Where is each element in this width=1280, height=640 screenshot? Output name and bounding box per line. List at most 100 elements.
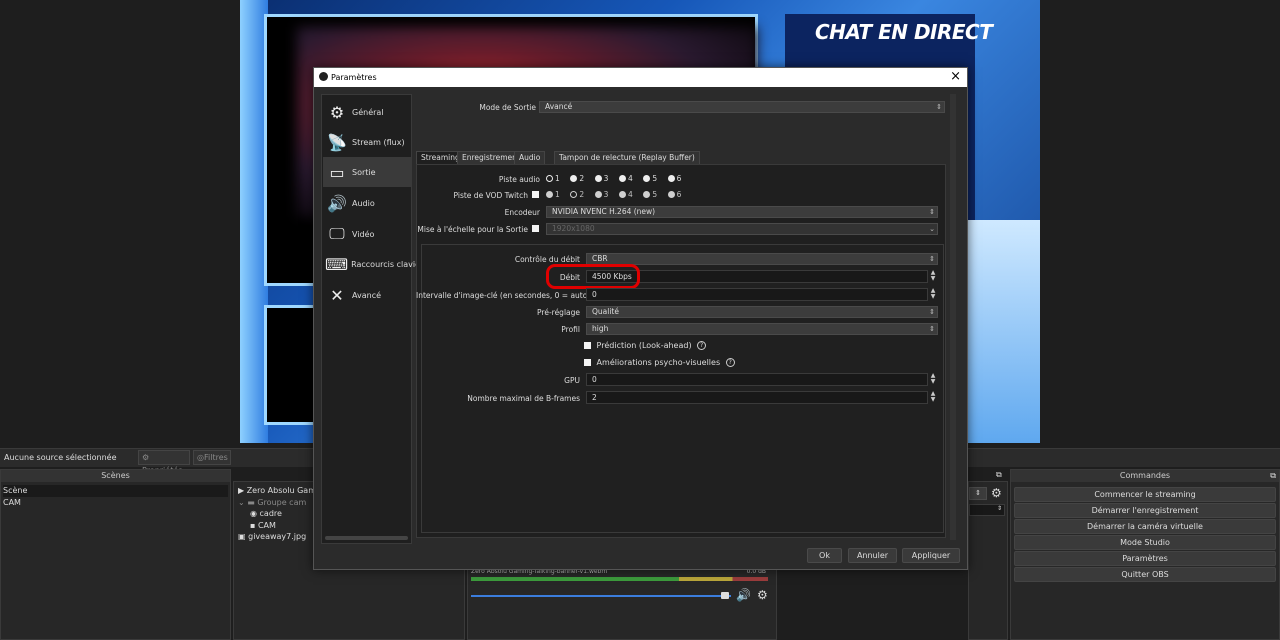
keyboard-icon: ⌨ <box>325 254 349 274</box>
volume-slider-handle[interactable] <box>721 592 729 599</box>
keyframe-interval-spinner[interactable]: ▲ ▼ <box>928 288 938 301</box>
rescale-checkbox[interactable] <box>532 225 539 232</box>
preset-select[interactable]: Qualité ⇕ <box>586 306 938 318</box>
scene-item[interactable]: CAM <box>3 497 228 509</box>
nav-stream[interactable]: 📡 Stream (flux) <box>323 127 411 157</box>
monitor-icon: 🖵 <box>329 224 345 243</box>
scenes-header: Scènes <box>1 470 230 482</box>
ok-button[interactable]: Ok <box>807 548 842 563</box>
bframes-label: Nombre maximal de B-frames <box>467 394 580 403</box>
settings-dialog: Paramètres × ⚙ Général 📡 Stream (flux) ▭… <box>313 67 968 570</box>
profile-label: Profil <box>561 325 580 334</box>
lookahead-row: Prédiction (Look-ahead) ? <box>584 341 707 350</box>
gear-icon[interactable]: ⚙ <box>757 588 768 602</box>
radio-track-2[interactable] <box>570 175 578 182</box>
nav-advanced[interactable]: ✕ Avancé <box>323 280 411 310</box>
nav-hotkeys[interactable]: ⌨ Raccourcis clavier <box>323 249 423 279</box>
rate-control-label: Contrôle du débit <box>514 255 580 264</box>
gpu-spinner[interactable]: ▲ ▼ <box>928 373 938 386</box>
updown-icon: ⇕ <box>929 325 935 333</box>
gear-icon[interactable]: ⚙ <box>991 486 1002 500</box>
nav-output[interactable]: ▭ Sortie <box>323 157 411 187</box>
preset-label: Pré-réglage <box>537 308 580 317</box>
tab-replay-buffer[interactable]: Tampon de relecture (Replay Buffer) <box>554 151 700 165</box>
radio-vod-4[interactable] <box>618 191 626 198</box>
settings-sidebar: ⚙ Général 📡 Stream (flux) ▭ Sortie 🔊 Aud… <box>321 94 423 544</box>
radio-vod-2[interactable] <box>570 191 578 198</box>
antenna-icon: 📡 <box>327 132 347 152</box>
transitions-dock-icon[interactable]: ⧉ <box>996 470 1002 480</box>
volume-meter <box>471 577 768 581</box>
gpu-input[interactable]: 0 <box>586 373 928 386</box>
image-icon: ▣ <box>238 532 246 541</box>
chat-title: CHAT EN DIRECT <box>815 20 993 44</box>
radio-vod-5[interactable] <box>643 191 651 198</box>
bframes-spinner[interactable]: ▲ ▼ <box>928 391 938 404</box>
start-recording-button[interactable]: Démarrer l'enregistrement <box>1014 503 1276 518</box>
filter-icon: ◎ <box>197 453 204 462</box>
apply-button[interactable]: Appliquer <box>902 548 960 563</box>
encoder-select[interactable]: NVIDIA NVENC H.264 (new) ⇕ <box>546 206 938 218</box>
scene-item[interactable]: Scène <box>3 485 228 497</box>
output-icon: ▭ <box>329 162 345 182</box>
chevron-down-icon: ⌄ <box>929 225 935 233</box>
rate-control-select[interactable]: CBR ⇕ <box>586 253 938 265</box>
bframes-input[interactable]: 2 <box>586 391 928 404</box>
exit-obs-button[interactable]: Quitter OBS <box>1014 567 1276 582</box>
vod-track-checkbox[interactable] <box>532 191 539 198</box>
settings-button[interactable]: Paramètres <box>1014 551 1276 566</box>
cancel-button[interactable]: Annuler <box>848 548 897 563</box>
updown-icon: ⇕ <box>929 208 935 216</box>
radio-vod-6[interactable] <box>667 191 675 198</box>
rescale-select: 1920x1080 ⌄ <box>546 223 938 235</box>
dock-float-icon[interactable]: ⧉ <box>1270 471 1276 481</box>
chevron-down-icon: ⌄ <box>238 497 245 507</box>
folder-icon: ▬ <box>247 497 255 507</box>
radio-track-6[interactable] <box>667 175 675 182</box>
keyframe-interval-label: Intervalle d'image-clé (en secondes, 0 =… <box>416 291 591 300</box>
output-mode-select[interactable]: Avancé ⇕ <box>539 101 945 113</box>
lookahead-checkbox[interactable] <box>584 342 591 349</box>
speaker-icon[interactable]: 🔊 <box>736 588 751 602</box>
speaker-icon: 🔊 <box>327 193 347 213</box>
tools-icon: ✕ <box>330 285 344 305</box>
radio-track-4[interactable] <box>618 175 626 182</box>
tab-audio[interactable]: Audio <box>514 151 546 165</box>
gpu-label: GPU <box>564 376 580 385</box>
help-icon[interactable]: ? <box>725 358 735 367</box>
nav-general[interactable]: ⚙ Général <box>323 97 411 127</box>
properties-button[interactable]: ⚙ Propriétés <box>138 450 190 475</box>
no-source-label: Aucune source sélectionnée <box>4 453 117 462</box>
close-button[interactable]: × <box>950 69 961 84</box>
start-virtual-camera-button[interactable]: Démarrer la caméra virtuelle <box>1014 519 1276 534</box>
volume-slider[interactable] <box>471 595 731 597</box>
content-scrollbar[interactable] <box>950 94 956 540</box>
commands-dock: Commandes ⧉ Commencer le streaming Démar… <box>1010 469 1280 640</box>
radio-track-1[interactable] <box>546 175 553 182</box>
start-streaming-button[interactable]: Commencer le streaming <box>1014 487 1276 502</box>
psychovisual-checkbox[interactable] <box>584 359 591 366</box>
sidebar-scrollbar[interactable] <box>325 536 408 540</box>
studio-mode-button[interactable]: Mode Studio <box>1014 535 1276 550</box>
globe-icon: ◉ <box>250 509 257 518</box>
duration-spinner[interactable]: ⇕ <box>969 504 1005 516</box>
vod-track-radios: 1 2 3 4 5 6 <box>546 190 689 199</box>
rescale-label: Mise à l'échelle pour la Sortie <box>417 225 528 234</box>
keyframe-interval-input[interactable]: 0 <box>586 288 928 301</box>
radio-vod-3[interactable] <box>594 191 602 198</box>
transition-spinner[interactable]: ⇕ <box>969 487 987 500</box>
settings-content: Mode de Sortie Avancé ⇕ Streaming Enregis… <box>416 94 956 544</box>
radio-track-5[interactable] <box>643 175 651 182</box>
audio-track-label: Piste audio <box>498 175 540 184</box>
filters-button[interactable]: ◎Filtres <box>193 450 231 465</box>
profile-select[interactable]: high ⇕ <box>586 323 938 335</box>
updown-icon: ⇕ <box>936 103 942 111</box>
camera-icon: ▪ <box>250 520 256 530</box>
updown-icon: ⇕ <box>929 308 935 316</box>
bitrate-spinner[interactable]: ▲ ▼ <box>928 270 938 283</box>
help-icon[interactable]: ? <box>697 341 707 350</box>
nav-audio[interactable]: 🔊 Audio <box>323 188 411 218</box>
nav-video[interactable]: 🖵 Vidéo <box>323 219 411 249</box>
radio-vod-1[interactable] <box>546 191 553 198</box>
radio-track-3[interactable] <box>594 175 602 182</box>
